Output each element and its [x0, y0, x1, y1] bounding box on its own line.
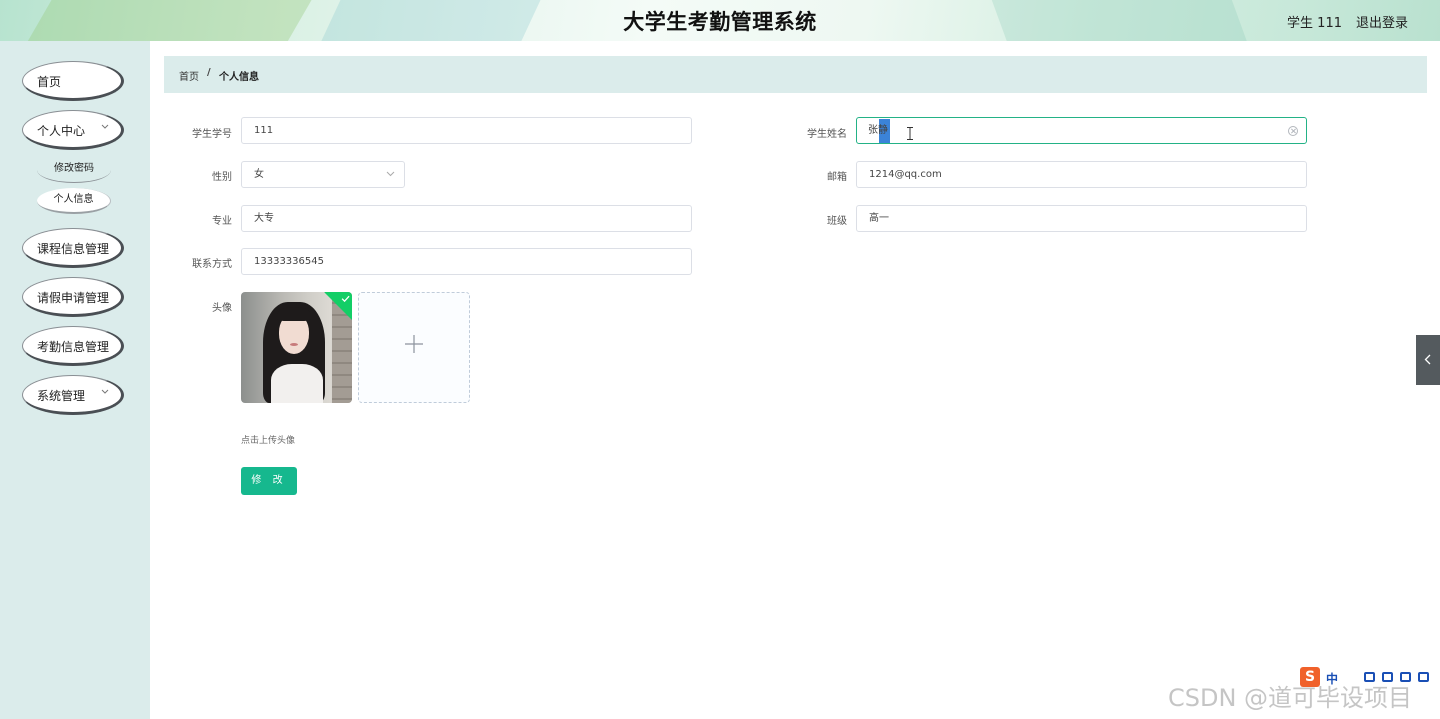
- class-value: 高一: [869, 213, 889, 224]
- avatar-bangs: [277, 307, 311, 321]
- sidebar-item-label: 首页: [37, 75, 62, 89]
- gender-select[interactable]: 女: [241, 161, 405, 188]
- phone-input[interactable]: 13333336545: [241, 248, 692, 275]
- sidebar-item-label: 个人中心: [37, 124, 86, 138]
- email-input[interactable]: 1214@qq.com: [856, 161, 1307, 188]
- sidebar-item-label: 系统管理: [37, 389, 86, 403]
- sidebar-item-label: 考勤信息管理: [37, 340, 110, 354]
- top-header: 大学生考勤管理系统 学生 111 退出登录: [0, 0, 1440, 41]
- phone-label: 联系方式: [192, 259, 232, 270]
- clear-icon[interactable]: [1288, 126, 1298, 136]
- side-panel-toggle[interactable]: [1416, 335, 1440, 385]
- student-id-label: 学生学号: [192, 129, 232, 140]
- avatar-upload-button[interactable]: [358, 292, 470, 403]
- gender-value: 女: [254, 169, 264, 180]
- sidebar-item-leave-management[interactable]: 请假申请管理: [22, 277, 124, 317]
- breadcrumb-home[interactable]: 首页: [179, 68, 199, 83]
- major-value: 大专: [254, 213, 274, 224]
- phone-value: 13333336545: [254, 256, 324, 267]
- major-label: 专业: [212, 216, 232, 227]
- chevron-down-icon: [101, 124, 109, 131]
- chevron-left-icon: [1424, 354, 1431, 365]
- sidebar-item-label: 课程信息管理: [37, 242, 110, 256]
- sidebar-subitem-change-password[interactable]: 修改密码: [37, 157, 111, 183]
- class-label: 班级: [827, 216, 847, 227]
- current-user: 学生 111: [1287, 16, 1342, 31]
- sidebar-subitem-label: 修改密码: [54, 163, 94, 174]
- email-label: 邮箱: [827, 172, 847, 183]
- submit-button[interactable]: 修 改: [241, 467, 297, 495]
- sidebar-subitem-personal-info[interactable]: 个人信息: [37, 188, 111, 214]
- breadcrumb-separator: /: [207, 67, 211, 78]
- student-name-value: 张静: [868, 125, 888, 136]
- text-cursor-icon: [907, 125, 913, 140]
- email-value: 1214@qq.com: [869, 169, 942, 180]
- avatar-body: [271, 364, 323, 403]
- student-name-label: 学生姓名: [807, 129, 847, 140]
- ime-menu-icon[interactable]: [1418, 672, 1429, 682]
- upload-tip: 点击上传头像: [241, 436, 296, 446]
- student-name-input[interactable]: 张静: [856, 117, 1307, 144]
- class-input[interactable]: 高一: [856, 205, 1307, 232]
- gender-label: 性别: [212, 172, 232, 183]
- avatar-label: 头像: [212, 303, 232, 314]
- avatar-lips: [290, 343, 298, 346]
- sidebar-item-home[interactable]: 首页: [22, 61, 124, 101]
- sidebar-item-personal-center[interactable]: 个人中心: [22, 110, 124, 150]
- avatar-image[interactable]: [241, 292, 352, 403]
- plus-icon: [405, 335, 423, 353]
- logout-link[interactable]: 退出登录: [1356, 12, 1408, 31]
- sidebar-item-course-management[interactable]: 课程信息管理: [22, 228, 124, 268]
- major-input[interactable]: 大专: [241, 205, 692, 232]
- student-id-value: 111: [254, 125, 274, 136]
- sidebar: 首页 个人中心 修改密码 个人信息 课程信息管理 请假申请管理 考勤信息管理 系…: [0, 41, 150, 719]
- watermark: CSDN @道可毕设项目: [1168, 684, 1413, 712]
- app-title: 大学生考勤管理系统: [623, 10, 817, 34]
- sidebar-item-system-management[interactable]: 系统管理: [22, 375, 124, 415]
- breadcrumb: 首页 / 个人信息: [164, 56, 1427, 93]
- student-id-input[interactable]: 111: [241, 117, 692, 144]
- breadcrumb-current: 个人信息: [219, 72, 259, 83]
- chevron-down-icon: [386, 171, 395, 177]
- sidebar-item-label: 请假申请管理: [37, 291, 110, 305]
- sidebar-item-attendance-management[interactable]: 考勤信息管理: [22, 326, 124, 366]
- chevron-down-icon: [101, 389, 109, 396]
- sidebar-subitem-label: 个人信息: [53, 194, 94, 205]
